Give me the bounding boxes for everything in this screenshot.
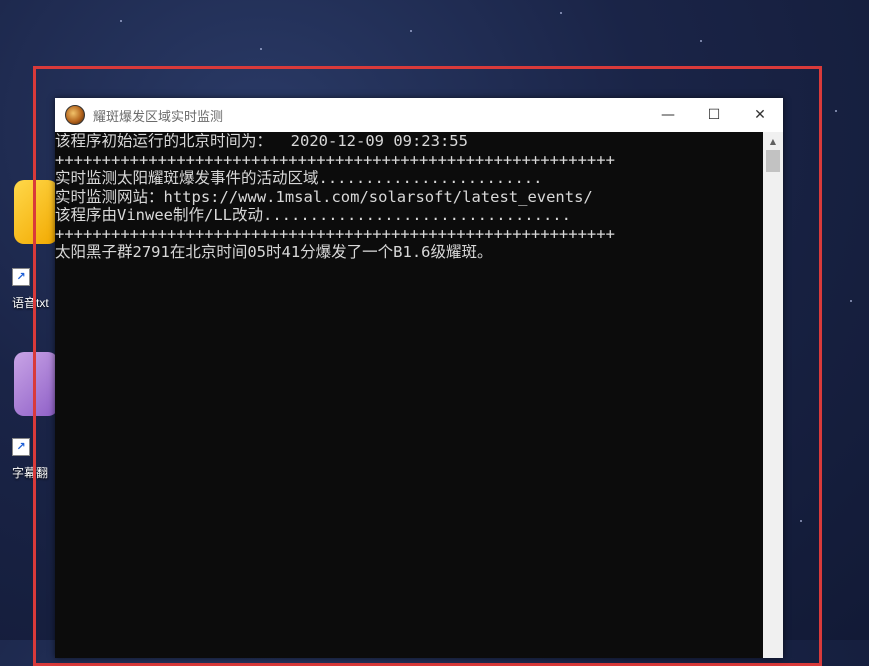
- title-bar[interactable]: 耀斑爆发区域实时监测 — ☐ ✕: [55, 98, 783, 132]
- close-button[interactable]: ✕: [737, 98, 783, 132]
- console-line: ++++++++++++++++++++++++++++++++++++++++…: [55, 150, 615, 169]
- console-line: 该程序初始运行的北京时间为： 2020-12-09 09:23:55: [55, 132, 468, 150]
- window-title: 耀斑爆发区域实时监测: [93, 108, 224, 124]
- maximize-button[interactable]: ☐: [691, 98, 737, 132]
- shortcut-arrow-icon: ↗: [12, 438, 30, 456]
- scroll-up-arrow-icon[interactable]: ▲: [763, 132, 783, 150]
- vertical-scrollbar[interactable]: ▲: [763, 132, 783, 658]
- shortcut-arrow-icon: ↗: [12, 268, 30, 286]
- minimize-button[interactable]: —: [645, 98, 691, 132]
- console-line: 太阳黑子群2791在北京时间05时41分爆发了一个B1.6级耀斑。: [55, 243, 493, 261]
- console-line: 该程序由Vinwee制作/LL改动.......................…: [55, 206, 571, 224]
- console-output[interactable]: 该程序初始运行的北京时间为： 2020-12-09 09:23:55 +++++…: [55, 132, 763, 658]
- console-line: 实时监测网站：https://www.1msal.com/solarsoft/l…: [55, 187, 593, 206]
- sun-icon: [65, 105, 85, 125]
- console-line: ++++++++++++++++++++++++++++++++++++++++…: [55, 224, 615, 243]
- scroll-thumb[interactable]: [766, 150, 780, 172]
- console-window: 耀斑爆发区域实时监测 — ☐ ✕ 该程序初始运行的北京时间为： 2020-12-…: [55, 98, 783, 658]
- console-line: 实时监测太阳耀斑爆发事件的活动区域.......................…: [55, 169, 543, 187]
